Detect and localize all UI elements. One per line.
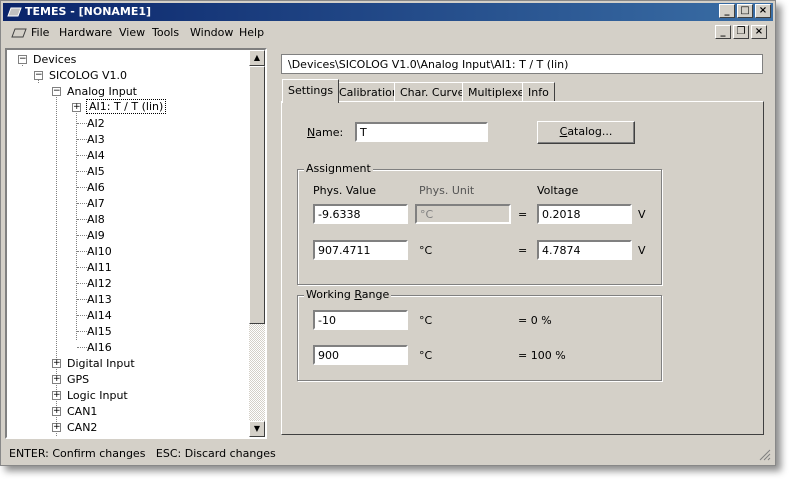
mdi-restore-button[interactable]: ❐ xyxy=(733,25,749,39)
status-text: ENTER: Confirm changes ESC: Discard chan… xyxy=(9,447,276,460)
phys-value-2-field[interactable]: 907.4711 xyxy=(313,240,408,260)
voltage-2-field[interactable]: 4.7874 xyxy=(537,240,632,260)
name-label: Name: xyxy=(307,126,344,139)
mdi-minimize-button[interactable]: _ xyxy=(715,25,731,39)
title-bar[interactable]: TEMES - [NONAME1] _ □ × xyxy=(3,3,773,21)
unit-label-2: °C xyxy=(419,244,433,257)
window-title: TEMES - [NONAME1] xyxy=(25,5,152,18)
maximize-button[interactable]: □ xyxy=(737,4,753,18)
close-button[interactable]: × xyxy=(755,4,771,18)
phys-value-1-field[interactable]: -9.6338 xyxy=(313,204,408,224)
scroll-up-icon[interactable]: ▲ xyxy=(249,50,265,66)
working-range-group: Working Range xyxy=(297,288,662,381)
collapse-icon[interactable]: − xyxy=(34,71,43,80)
tab-info[interactable]: Info xyxy=(522,82,555,102)
voltage-1-field[interactable]: 0.2018 xyxy=(537,204,632,224)
menu-view[interactable]: View xyxy=(119,26,145,39)
col-phys-unit: Phys. Unit xyxy=(419,184,475,197)
range-max-unit: °C xyxy=(419,349,433,362)
menu-tools[interactable]: Tools xyxy=(152,26,179,39)
menu-window[interactable]: Window xyxy=(190,26,233,39)
path-display: \Devices\SICOLOG V1.0\Analog Input\AI1: … xyxy=(281,54,763,74)
range-min-field[interactable]: -10 xyxy=(313,310,408,330)
resize-grip-icon[interactable] xyxy=(759,449,771,461)
range-max-field[interactable]: 900 xyxy=(313,345,408,365)
tree-scrollbar[interactable]: ▲ ▼ xyxy=(249,50,265,437)
catalog-button[interactable]: Catalog... xyxy=(537,121,635,144)
expand-icon[interactable]: + xyxy=(52,391,61,400)
name-field[interactable]: T xyxy=(355,122,488,142)
scroll-thumb[interactable] xyxy=(249,66,265,324)
range-max-percent: = 100 % xyxy=(518,349,566,362)
expand-icon[interactable]: + xyxy=(52,407,61,416)
volt-unit-2: V xyxy=(638,244,646,257)
tab-char-curve[interactable]: Char. Curve xyxy=(394,82,471,102)
menu-bar: File Hardware View Tools Window Help _ ❐… xyxy=(3,23,773,43)
expand-icon[interactable]: + xyxy=(52,375,61,384)
document-icon[interactable] xyxy=(11,28,27,38)
menu-hardware[interactable]: Hardware xyxy=(59,26,112,39)
phys-unit-field: °C xyxy=(415,204,511,224)
col-voltage: Voltage xyxy=(537,184,579,197)
main-window: TEMES - [NONAME1] _ □ × File Hardware Vi… xyxy=(0,0,776,466)
range-min-percent: = 0 % xyxy=(518,314,552,327)
working-range-title: Working Range xyxy=(304,288,392,301)
equals-sign: = xyxy=(518,244,528,257)
minimize-button[interactable]: _ xyxy=(719,4,735,18)
tab-settings[interactable]: Settings xyxy=(282,79,340,103)
range-min-unit: °C xyxy=(419,314,433,327)
expand-icon[interactable]: + xyxy=(52,359,61,368)
expand-icon[interactable]: + xyxy=(52,423,61,432)
scroll-down-icon[interactable]: ▼ xyxy=(249,421,265,437)
app-icon xyxy=(7,7,22,17)
collapse-icon[interactable]: − xyxy=(18,55,27,64)
equals-sign: = xyxy=(518,208,528,221)
expand-icon[interactable]: + xyxy=(72,103,81,112)
volt-unit-1: V xyxy=(638,208,646,221)
mdi-close-button[interactable]: × xyxy=(751,25,767,39)
menu-help[interactable]: Help xyxy=(239,26,264,39)
collapse-icon[interactable]: − xyxy=(52,87,61,96)
status-bar: ENTER: Confirm changes ESC: Discard chan… xyxy=(3,444,773,463)
col-phys-value: Phys. Value xyxy=(313,184,377,197)
assignment-title: Assignment xyxy=(304,162,373,175)
device-tree[interactable]: − Devices − SICOLOG V1.0 − Analog Input … xyxy=(5,48,267,439)
menu-file[interactable]: File xyxy=(31,26,49,39)
